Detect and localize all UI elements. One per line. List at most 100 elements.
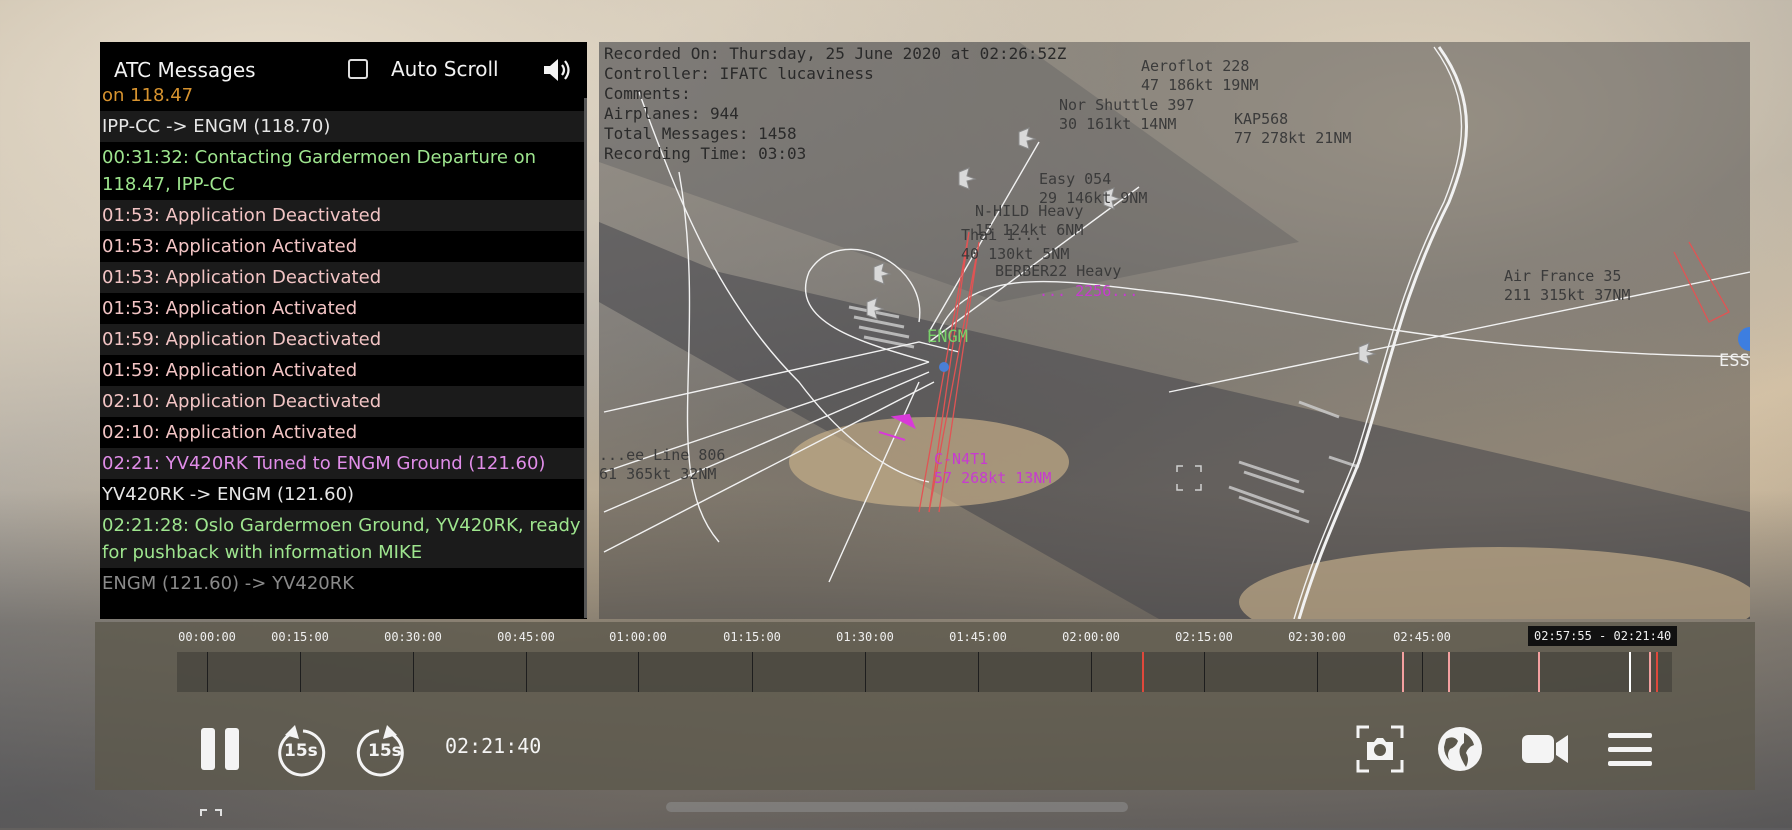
flight-data: 77 278kt 21NM xyxy=(1234,129,1352,147)
timeline-tick-label: 02:15:00 xyxy=(1175,630,1233,644)
timeline-tick-label: 00:45:00 xyxy=(497,630,555,644)
timeline-tick xyxy=(752,652,753,692)
pause-button[interactable] xyxy=(195,724,245,774)
video-button[interactable] xyxy=(1520,726,1570,772)
timeline-event-marker[interactable] xyxy=(1656,652,1658,692)
flight-label[interactable]: ...ee Line 806 61 365kt 32NM xyxy=(599,446,725,484)
timeline-event-marker[interactable] xyxy=(1448,652,1450,692)
atc-message-row: IPP-CC -> ENGM (118.70) xyxy=(100,111,585,142)
forward-15-button[interactable]: 15s xyxy=(355,720,409,778)
timeline-tick xyxy=(638,652,639,692)
rewind-15-button[interactable]: 15s xyxy=(273,720,327,778)
flight-callsign: Air France 35 xyxy=(1504,267,1622,285)
pause-icon xyxy=(201,728,239,770)
timeline-tick xyxy=(413,652,414,692)
timeline-tick xyxy=(526,652,527,692)
airplanes-count: Airplanes: 944 xyxy=(604,104,739,123)
timeline-tick xyxy=(207,652,208,692)
camera-screenshot-icon xyxy=(1356,725,1404,773)
timeline-tick xyxy=(1091,652,1092,692)
atc-message-row: 01:53: Application Activated xyxy=(102,298,358,319)
fullscreen-corner-icon[interactable] xyxy=(199,808,223,828)
globe-button[interactable] xyxy=(1435,724,1485,774)
timeline-tick xyxy=(978,652,979,692)
playhead-time-range: 02:57:55 - 02:21:40 xyxy=(1528,626,1678,646)
flight-label[interactable]: KAP568 77 278kt 21NM xyxy=(1234,110,1351,148)
flight-data: 211 315kt 37NM xyxy=(1504,286,1631,304)
timeline-event-marker[interactable] xyxy=(1649,652,1651,692)
flight-label[interactable]: BERBER22 Heavy xyxy=(995,262,1121,281)
flight-callsign: N-HILD Heavy xyxy=(975,202,1084,220)
timeline-tick xyxy=(1204,652,1205,692)
atc-title: ATC Messages xyxy=(114,58,256,82)
flight-callsign: ...ee Line 806 xyxy=(599,446,726,464)
flight-label[interactable]: Nor Shuttle 397 30 161kt 14NM xyxy=(1059,96,1194,134)
timeline-tick-label: 01:30:00 xyxy=(836,630,894,644)
atc-message-row: 01:53: Application Deactivated xyxy=(100,200,585,231)
recording-info: Recorded On: Thursday, 25 June 2020 at 0… xyxy=(604,44,1066,164)
flight-label[interactable]: ... 2256... xyxy=(1039,282,1138,301)
autoscroll-checkbox[interactable] xyxy=(348,59,368,79)
timeline-tick-label: 00:30:00 xyxy=(384,630,442,644)
airport-label[interactable]: ESS xyxy=(1719,352,1750,371)
atc-message-row: ENGM (121.60) -> YV420RK xyxy=(102,573,355,594)
flight-data: 47 186kt 19NM xyxy=(1141,76,1259,94)
timeline-tick-label: 00:15:00 xyxy=(271,630,329,644)
forward-label: 15s xyxy=(368,741,402,761)
flight-data: 61 365kt 32NM xyxy=(599,465,717,483)
screenshot-button[interactable] xyxy=(1355,724,1405,774)
flight-callsign: ... 2256... xyxy=(1039,282,1139,300)
atc-message-row: on 118.47 xyxy=(102,85,194,106)
autoscroll-label[interactable]: Auto Scroll xyxy=(391,57,499,81)
flight-callsign: Aeroflot 228 xyxy=(1141,57,1250,75)
flight-label[interactable]: Thai 1... 40 130kt 5NM xyxy=(961,226,1069,264)
comments: Comments: xyxy=(604,84,691,103)
flight-callsign: BERBER22 Heavy xyxy=(995,262,1122,280)
atc-message-row: YV420RK -> ENGM (121.60) xyxy=(102,484,355,505)
timeline-tick-label: 02:00:00 xyxy=(1062,630,1120,644)
timeline-playhead[interactable] xyxy=(1629,652,1631,692)
timeline-tick-label: 01:45:00 xyxy=(949,630,1007,644)
controller: Controller: IFATC lucaviness xyxy=(604,64,874,83)
map-view[interactable]: Recorded On: Thursday, 25 June 2020 at 0… xyxy=(599,42,1750,619)
atc-scrollbar[interactable] xyxy=(584,98,587,618)
total-messages: Total Messages: 1458 xyxy=(604,124,797,143)
atc-messages-panel: ATC Messages Auto Scroll on 118.47 IPP-CC… xyxy=(100,42,587,619)
flight-callsign: Easy 054 xyxy=(1039,170,1112,188)
atc-message-row: 01:59: Application Deactivated xyxy=(100,324,585,355)
timeline-tick xyxy=(300,652,301,692)
atc-message-row: 01:53: Application Deactivated xyxy=(100,262,585,293)
airport-code: ENGM xyxy=(927,327,968,347)
flight-label[interactable]: Air France 35 211 315kt 37NM xyxy=(1504,267,1630,305)
flight-label[interactable]: C-N4T1 57 268kt 13NM xyxy=(934,450,1051,488)
atc-message-row: 02:10: Application Activated xyxy=(102,422,358,443)
video-camera-icon xyxy=(1522,735,1568,763)
flight-label[interactable]: Aeroflot 228 47 186kt 19NM xyxy=(1141,57,1258,95)
menu-button[interactable] xyxy=(1605,726,1655,772)
flight-data: 57 268kt 13NM xyxy=(934,469,1052,487)
airport-code: ESS xyxy=(1719,351,1750,371)
flight-callsign: Thai 1... xyxy=(961,226,1043,244)
hamburger-menu-icon xyxy=(1608,733,1652,766)
timeline-event-marker[interactable] xyxy=(1142,652,1144,692)
timeline-tick-label: 00:00:00 xyxy=(178,630,236,644)
home-indicator[interactable] xyxy=(666,802,1128,812)
timeline-tick-label: 02:30:00 xyxy=(1288,630,1346,644)
timeline-tick xyxy=(1317,652,1318,692)
timeline-tick-label: 02:45:00 xyxy=(1393,630,1451,644)
recording-time: Recording Time: 03:03 xyxy=(604,144,807,163)
flight-data: 30 161kt 14NM xyxy=(1059,115,1177,133)
flight-callsign: Nor Shuttle 397 xyxy=(1059,96,1195,114)
timeline-tick xyxy=(1422,652,1423,692)
atc-message-row: 01:59: Application Activated xyxy=(102,360,358,381)
playback-controls: 00:00:00 00:15:00 00:30:00 00:45:00 01:00:00… xyxy=(95,622,1755,790)
timeline-event-marker[interactable] xyxy=(1538,652,1540,692)
timeline-event-marker[interactable] xyxy=(1402,652,1404,692)
timeline-tick-label: 01:00:00 xyxy=(609,630,667,644)
rewind-label: 15s xyxy=(284,741,318,761)
atc-message-row: 02:21: YV420RK Tuned to ENGM Ground (121… xyxy=(100,448,585,479)
atc-message-list[interactable]: on 118.47 IPP-CC -> ENGM (118.70) 00:31:32… xyxy=(100,80,585,599)
airport-label[interactable]: ENGM xyxy=(927,328,968,347)
timeline-tick-label: 01:15:00 xyxy=(723,630,781,644)
atc-message-row: 01:53: Application Activated xyxy=(102,236,358,257)
